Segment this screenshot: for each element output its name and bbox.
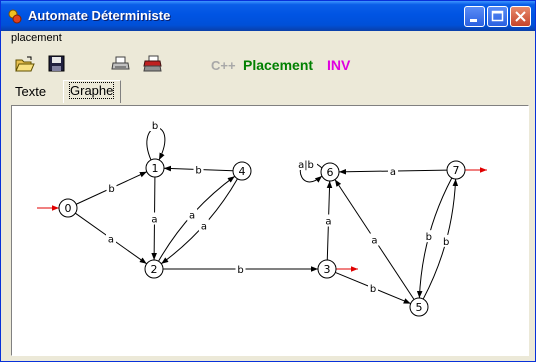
transition-label: b [237,265,243,276]
minimize-button[interactable] [464,6,485,27]
transition-label: a [325,217,331,228]
menu-bar: placement [1,31,535,47]
title-bar[interactable]: Automate Déterministe [1,1,535,31]
app-icon [8,9,22,24]
menu-placement[interactable]: placement [11,32,62,44]
placement-label[interactable]: Placement [243,57,313,73]
transition-label: a [201,221,207,232]
transition-label: a [189,211,195,222]
state-label: 2 [151,263,158,276]
transition-label: b [426,232,432,243]
tab-graphe-label: Graphe [68,82,115,99]
save-icon[interactable] [47,55,67,73]
state-label: 1 [152,162,159,175]
state-label: 6 [327,166,334,179]
transition-label: a|b [298,160,314,171]
app-window: Automate Déterministe placement C++ Plac… [0,0,536,362]
graph-canvas[interactable]: b a b a b a a b a b a|b a a b b 0 1 2 3 4 5 6 7 [11,105,529,356]
state-label: 0 [65,202,72,215]
transition-label: a [108,235,114,246]
toolbar: C++ Placement INV [1,49,535,79]
open-folder-icon[interactable] [15,55,35,73]
transition-label: b [195,166,201,177]
tab-graphe[interactable]: Graphe [63,80,121,103]
maximize-icon [491,10,504,22]
transition-label: a [371,236,377,247]
transition-label: b [108,184,114,195]
transition-label: b [370,284,376,295]
maximize-button[interactable] [487,6,508,27]
cpp-label[interactable]: C++ [211,58,236,73]
window-title: Automate Déterministe [28,8,171,23]
print-setup-icon[interactable] [143,55,163,73]
transition-label: a [390,167,396,178]
inv-label[interactable]: INV [327,57,350,73]
transition-edge [146,127,166,161]
transition-label: a [151,215,157,226]
transition-label: b [443,237,449,248]
minimize-icon [470,19,477,22]
print-icon[interactable] [111,55,131,73]
tab-texte[interactable]: Texte [9,82,59,102]
state-label: 5 [416,301,423,314]
transition-label: b [152,121,158,132]
state-label: 7 [453,164,460,177]
automaton-graph: bababaababa|baa b b012 3456 7 [37,119,487,317]
state-label: 4 [239,165,246,178]
close-icon [515,11,526,22]
state-label: 3 [324,263,331,276]
close-button[interactable] [510,6,531,27]
